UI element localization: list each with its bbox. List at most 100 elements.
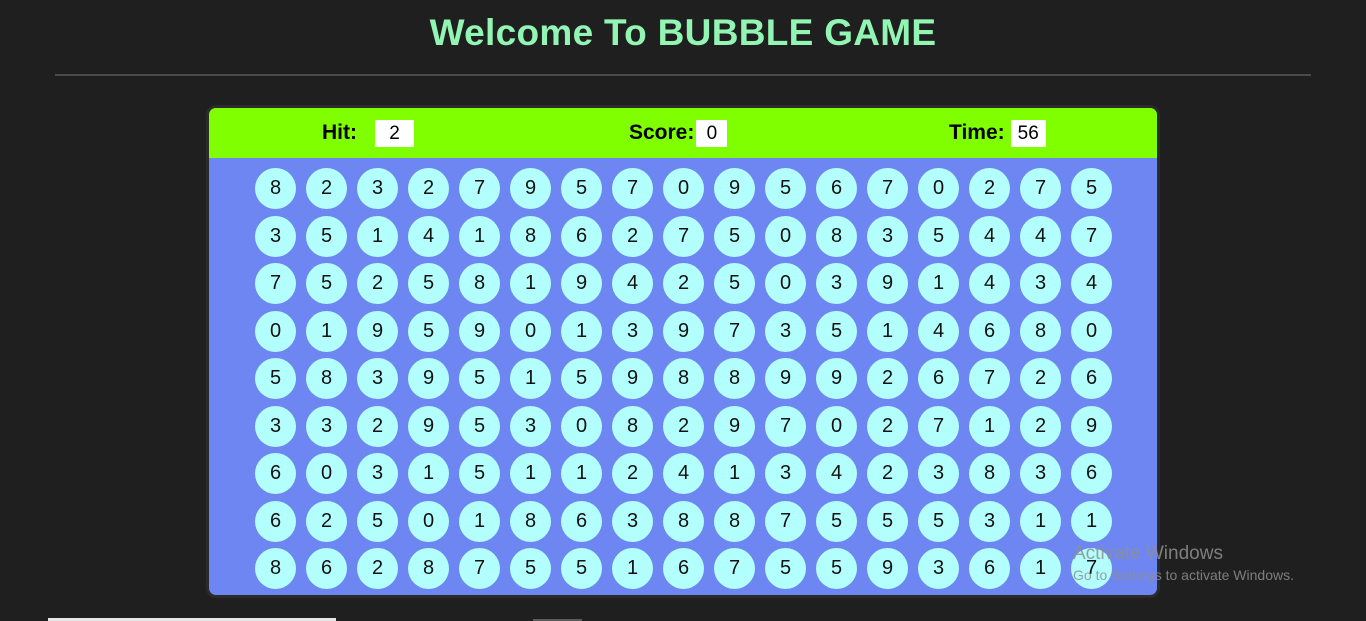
bubble[interactable]: 5 <box>459 405 500 447</box>
bubble[interactable]: 7 <box>459 168 500 209</box>
bubble[interactable]: 6 <box>663 548 704 589</box>
bubble[interactable]: 7 <box>663 215 704 257</box>
bubble[interactable]: 2 <box>867 453 908 494</box>
bubble[interactable]: 0 <box>255 310 296 352</box>
bubble[interactable]: 1 <box>510 358 551 399</box>
bubble[interactable]: 4 <box>1071 263 1112 304</box>
bubble[interactable]: 5 <box>765 168 806 209</box>
bubble[interactable]: 1 <box>561 310 602 352</box>
bubble[interactable]: 0 <box>510 310 551 352</box>
bubble[interactable]: 2 <box>408 168 449 209</box>
bubble[interactable]: 5 <box>1071 168 1112 209</box>
bubble[interactable]: 6 <box>255 500 296 542</box>
bubble[interactable]: 2 <box>357 263 398 304</box>
bubble[interactable]: 3 <box>357 358 398 399</box>
bubble[interactable]: 3 <box>765 310 806 352</box>
bubble[interactable]: 9 <box>612 358 653 399</box>
bubble[interactable]: 1 <box>306 310 347 352</box>
bubble[interactable]: 2 <box>612 453 653 494</box>
bubble[interactable]: 6 <box>969 548 1010 589</box>
bubble[interactable]: 3 <box>918 548 959 589</box>
bubble[interactable]: 5 <box>816 548 857 589</box>
bubble[interactable]: 3 <box>255 405 296 447</box>
bubble[interactable]: 9 <box>714 168 755 209</box>
bubble[interactable]: 2 <box>867 358 908 399</box>
bubble[interactable]: 2 <box>357 548 398 589</box>
bubble[interactable]: 0 <box>663 168 704 209</box>
bubble[interactable]: 8 <box>510 215 551 257</box>
bubble[interactable]: 3 <box>357 453 398 494</box>
bubble[interactable]: 2 <box>969 168 1010 209</box>
bubble[interactable]: 1 <box>1020 500 1061 542</box>
bubble[interactable]: 2 <box>306 500 347 542</box>
bubble[interactable]: 0 <box>816 405 857 447</box>
bubble[interactable]: 1 <box>867 310 908 352</box>
bubble[interactable]: 5 <box>357 500 398 542</box>
bubble[interactable]: 2 <box>357 405 398 447</box>
bubble[interactable]: 9 <box>357 310 398 352</box>
bubble[interactable]: 6 <box>561 215 602 257</box>
bubble[interactable]: 9 <box>459 310 500 352</box>
bubble[interactable]: 6 <box>255 453 296 494</box>
bubble[interactable]: 3 <box>765 453 806 494</box>
bubble[interactable]: 8 <box>255 168 296 209</box>
bubble[interactable]: 3 <box>1020 453 1061 494</box>
bubble[interactable]: 5 <box>459 453 500 494</box>
bubble[interactable]: 3 <box>918 453 959 494</box>
bubble[interactable]: 5 <box>714 215 755 257</box>
bubble[interactable]: 2 <box>663 405 704 447</box>
bubble[interactable]: 0 <box>561 405 602 447</box>
bubble[interactable]: 2 <box>1020 405 1061 447</box>
bubble[interactable]: 5 <box>306 215 347 257</box>
bubble[interactable]: 8 <box>714 358 755 399</box>
bubble[interactable]: 8 <box>459 263 500 304</box>
bubble[interactable]: 7 <box>918 405 959 447</box>
bubble[interactable]: 5 <box>306 263 347 304</box>
bubble[interactable]: 7 <box>612 168 653 209</box>
bubble[interactable]: 6 <box>1071 358 1112 399</box>
bubble[interactable]: 7 <box>255 263 296 304</box>
bubble[interactable]: 8 <box>1020 310 1061 352</box>
bubble[interactable]: 2 <box>306 168 347 209</box>
bubble[interactable]: 9 <box>663 310 704 352</box>
bubble[interactable]: 8 <box>816 215 857 257</box>
bubble[interactable]: 4 <box>663 453 704 494</box>
bubble[interactable]: 3 <box>816 263 857 304</box>
bubble[interactable]: 4 <box>918 310 959 352</box>
bubble[interactable]: 5 <box>408 310 449 352</box>
bubble[interactable]: 0 <box>306 453 347 494</box>
bubble[interactable]: 4 <box>612 263 653 304</box>
bubble[interactable]: 5 <box>561 168 602 209</box>
bubble[interactable]: 8 <box>714 500 755 542</box>
bubble[interactable]: 7 <box>1071 215 1112 257</box>
bubble[interactable]: 5 <box>459 358 500 399</box>
bubble[interactable]: 0 <box>408 500 449 542</box>
bubble[interactable]: 1 <box>969 405 1010 447</box>
bubble[interactable]: 1 <box>1071 500 1112 542</box>
bubble[interactable]: 0 <box>765 215 806 257</box>
bubble[interactable]: 1 <box>459 500 500 542</box>
bubble[interactable]: 9 <box>714 405 755 447</box>
bubble[interactable]: 5 <box>816 500 857 542</box>
bubble[interactable]: 8 <box>255 548 296 589</box>
bubble[interactable]: 9 <box>867 263 908 304</box>
bubble[interactable]: 3 <box>1020 263 1061 304</box>
bubble[interactable]: 7 <box>867 168 908 209</box>
bubble[interactable]: 3 <box>255 215 296 257</box>
bubble[interactable]: 8 <box>969 453 1010 494</box>
bubble[interactable]: 5 <box>408 263 449 304</box>
bubble[interactable]: 1 <box>1020 548 1061 589</box>
bubble[interactable]: 1 <box>918 263 959 304</box>
bubble[interactable]: 4 <box>969 215 1010 257</box>
bubble[interactable]: 6 <box>561 500 602 542</box>
bubble[interactable]: 5 <box>561 548 602 589</box>
bubble[interactable]: 7 <box>459 548 500 589</box>
bubble[interactable]: 5 <box>510 548 551 589</box>
bubble[interactable]: 1 <box>612 548 653 589</box>
bubble[interactable]: 3 <box>612 500 653 542</box>
bubble[interactable]: 9 <box>408 405 449 447</box>
bubble[interactable]: 8 <box>612 405 653 447</box>
bubble[interactable]: 6 <box>969 310 1010 352</box>
bubble[interactable]: 9 <box>765 358 806 399</box>
bubble[interactable]: 7 <box>969 358 1010 399</box>
